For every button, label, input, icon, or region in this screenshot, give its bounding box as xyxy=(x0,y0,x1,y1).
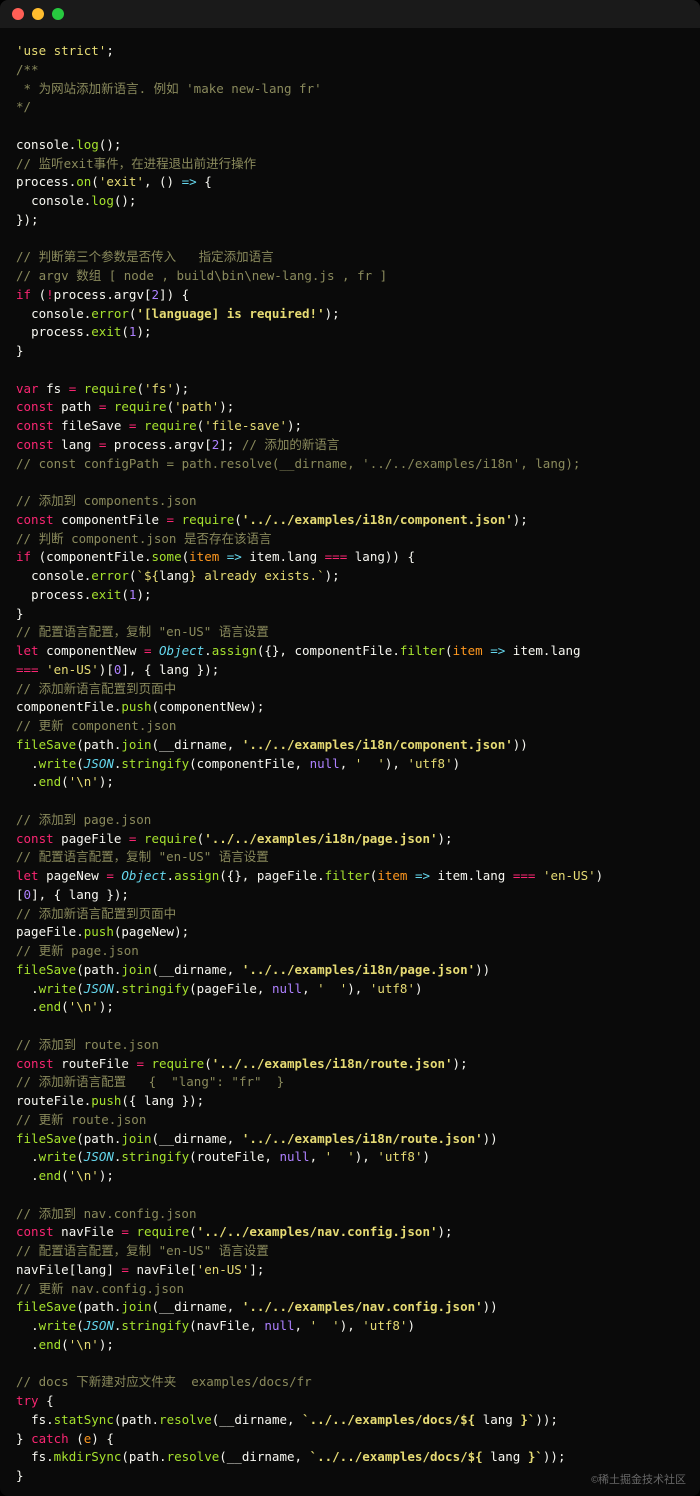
comment: */ xyxy=(16,99,31,114)
watermark: ©稀土掘金技术社区 xyxy=(591,1472,686,1489)
zoom-icon[interactable] xyxy=(52,8,64,20)
comment: // 配置语言配置，复制 "en-US" 语言设置 xyxy=(16,849,269,864)
close-icon[interactable] xyxy=(12,8,24,20)
comment: // 更新 route.json xyxy=(16,1112,146,1127)
minimize-icon[interactable] xyxy=(32,8,44,20)
string-literal: 'use strict' xyxy=(16,43,106,58)
comment: // docs 下新建对应文件夹 examples/docs/fr xyxy=(16,1374,312,1389)
comment: /** xyxy=(16,62,39,77)
comment: // 添加新语言配置到页面中 xyxy=(16,681,176,696)
comment: // 判断 component.json 是否存在该语言 xyxy=(16,531,272,546)
comment: // 更新 page.json xyxy=(16,943,139,958)
comment: // 添加新语言配置 { "lang": "fr" } xyxy=(16,1074,284,1089)
comment: // 添加到 components.json xyxy=(16,493,197,508)
comment: // argv 数组 [ node , build\bin\new-lang.j… xyxy=(16,268,387,283)
comment: // 添加到 nav.config.json xyxy=(16,1206,197,1221)
titlebar xyxy=(0,0,700,28)
comment: // 添加新语言配置到页面中 xyxy=(16,906,176,921)
comment: // 添加到 route.json xyxy=(16,1037,159,1052)
comment: * 为网站添加新语言. 例如 xyxy=(16,81,186,96)
comment: // 配置语言配置，复制 "en-US" 语言设置 xyxy=(16,624,269,639)
comment: // const configPath = path.resolve(__dir… xyxy=(16,456,580,471)
comment: // 配置语言配置，复制 "en-US" 语言设置 xyxy=(16,1243,269,1258)
comment: // 更新 component.json xyxy=(16,718,176,733)
comment: // 添加到 page.json xyxy=(16,812,151,827)
code-content: 'use strict'; /** * 为网站添加新语言. 例如 'make n… xyxy=(0,28,700,1496)
comment: // 监听exit事件，在进程退出前进行操作 xyxy=(16,156,256,171)
terminal-window: 'use strict'; /** * 为网站添加新语言. 例如 'make n… xyxy=(0,0,700,1496)
comment: // 更新 nav.config.json xyxy=(16,1281,184,1296)
comment: // 判断第三个参数是否传入 指定添加语言 xyxy=(16,249,274,264)
